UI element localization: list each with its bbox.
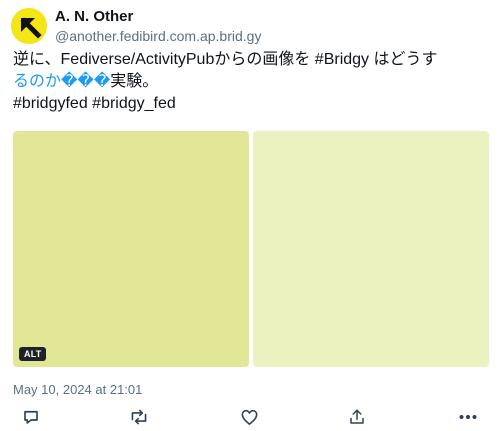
post-timestamp[interactable]: May 10, 2024 at 21:01 [13, 382, 142, 398]
action-bar [0, 406, 500, 430]
post-text-line-1: 逆に、Fediverse/ActivityPubからの画像を #Bridgy は… [13, 51, 438, 68]
hashtag-bridgyfed[interactable]: #bridgyfed [13, 95, 88, 112]
post-link[interactable]: るのか [13, 73, 61, 90]
repost-icon [131, 409, 147, 425]
reply-button[interactable] [20, 406, 42, 428]
post-text-line-2: るのか���実験。 [13, 71, 489, 93]
alt-badge[interactable]: ALT [19, 347, 47, 361]
post-card: A. N. Other @another.fedibird.com.ap.bri… [0, 0, 500, 431]
post-text: 逆に、Fediverse/ActivityPubからの画像を #Bridgy は… [13, 49, 489, 115]
media-image-1[interactable]: ALT [13, 131, 249, 367]
share-icon [350, 409, 364, 424]
post-text-suffix: 実験。 [110, 73, 159, 90]
media-image-2[interactable] [253, 131, 489, 367]
avatar[interactable] [11, 8, 47, 44]
author-display-name[interactable]: A. N. Other [55, 8, 133, 26]
hashtag-bridgy-fed[interactable]: #bridgy_fed [92, 95, 176, 112]
reply-icon [24, 410, 38, 424]
media-grid: ALT [13, 131, 489, 367]
replacement-glyphs: ��� [61, 73, 111, 90]
more-icon [459, 415, 477, 419]
repost-button[interactable] [128, 406, 150, 428]
arrow-up-left-icon [11, 8, 47, 44]
author-handle[interactable]: @another.fedibird.com.ap.brid.gy [55, 27, 261, 45]
post-hashtags: #bridgyfed #bridgy_fed [13, 93, 489, 115]
like-button[interactable] [238, 406, 260, 428]
share-button[interactable] [346, 406, 368, 428]
more-button[interactable] [457, 406, 479, 428]
heart-icon [241, 409, 257, 425]
